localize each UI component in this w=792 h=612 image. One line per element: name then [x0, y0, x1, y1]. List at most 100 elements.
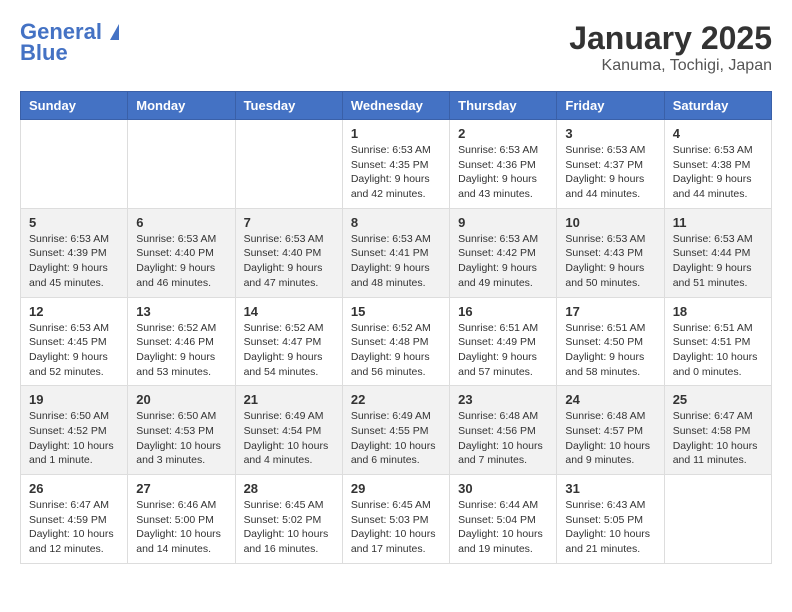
- day-info: Sunrise: 6:44 AM Sunset: 5:04 PM Dayligh…: [458, 498, 548, 557]
- calendar-week-3: 12Sunrise: 6:53 AM Sunset: 4:45 PM Dayli…: [21, 297, 772, 386]
- calendar-week-4: 19 Sunrise: 6:50 AM Sunset: 4:52 PM Dayli…: [21, 386, 772, 475]
- day-number: 24: [565, 392, 655, 407]
- day-number: 28: [244, 481, 334, 496]
- calendar-week-1: 1 Sunrise: 6:53 AM Sunset: 4:35 PM Daylig…: [21, 120, 772, 209]
- day-info: Sunrise: 6:53 AM Sunset: 4:40 PM Dayligh…: [136, 232, 226, 291]
- day-info: Sunrise: 6:47 AM Sunset: 4:59 PM Dayligh…: [29, 498, 119, 557]
- day-info: Sunrise: 6:49 AM Sunset: 4:55 PM Dayligh…: [351, 409, 441, 468]
- calendar-cell: 28 Sunrise: 6:45 AM Sunset: 5:02 PM Dayli…: [235, 475, 342, 564]
- day-number: 27: [136, 481, 226, 496]
- day-number: 21: [244, 392, 334, 407]
- day-info: Sunrise: 6:52 AM Sunset: 4:47 PM Dayligh…: [244, 321, 334, 380]
- calendar-cell: [21, 120, 128, 209]
- header-thursday: Thursday: [450, 92, 557, 120]
- logo-icon: [110, 24, 119, 40]
- day-number: 23: [458, 392, 548, 407]
- calendar-cell: 3 Sunrise: 6:53 AM Sunset: 4:37 PM Daylig…: [557, 120, 664, 209]
- calendar-cell: 16 Sunrise: 6:51 AM Sunset: 4:49 PM Dayli…: [450, 297, 557, 386]
- day-info: Sunrise: 6:53 AM Sunset: 4:40 PM Dayligh…: [244, 232, 334, 291]
- day-number: 14: [244, 304, 334, 319]
- day-info: Sunrise: 6:53 AM Sunset: 4:43 PM Dayligh…: [565, 232, 655, 291]
- day-info: Sunrise: 6:53 AM Sunset: 4:42 PM Dayligh…: [458, 232, 548, 291]
- day-number: 18: [673, 304, 763, 319]
- day-number: 19: [29, 392, 119, 407]
- day-info: Sunrise: 6:53 AM Sunset: 4:44 PM Dayligh…: [673, 232, 763, 291]
- calendar-cell: 7 Sunrise: 6:53 AM Sunset: 4:40 PM Daylig…: [235, 208, 342, 297]
- day-info: Sunrise: 6:45 AM Sunset: 5:03 PM Dayligh…: [351, 498, 441, 557]
- calendar-cell: 6Sunrise: 6:53 AM Sunset: 4:40 PM Daylig…: [128, 208, 235, 297]
- day-number: 12: [29, 304, 119, 319]
- calendar-cell: 24 Sunrise: 6:48 AM Sunset: 4:57 PM Dayli…: [557, 386, 664, 475]
- day-info: Sunrise: 6:48 AM Sunset: 4:56 PM Dayligh…: [458, 409, 548, 468]
- day-info: Sunrise: 6:53 AM Sunset: 4:37 PM Dayligh…: [565, 143, 655, 202]
- title-block: January 2025 Kanuma, Tochigi, Japan: [569, 20, 772, 75]
- calendar-cell: 15 Sunrise: 6:52 AM Sunset: 4:48 PM Dayli…: [342, 297, 449, 386]
- day-number: 31: [565, 481, 655, 496]
- day-number: 3: [565, 126, 655, 141]
- day-info: Sunrise: 6:53 AM Sunset: 4:39 PM Dayligh…: [29, 232, 119, 291]
- calendar-title: January 2025: [569, 20, 772, 57]
- day-info: Sunrise: 6:53 AM Sunset: 4:38 PM Dayligh…: [673, 143, 763, 202]
- calendar-cell: 22 Sunrise: 6:49 AM Sunset: 4:55 PM Dayli…: [342, 386, 449, 475]
- day-info: Sunrise: 6:51 AM Sunset: 4:50 PM Dayligh…: [565, 321, 655, 380]
- calendar-cell: 27Sunrise: 6:46 AM Sunset: 5:00 PM Dayli…: [128, 475, 235, 564]
- day-number: 25: [673, 392, 763, 407]
- day-number: 16: [458, 304, 548, 319]
- day-number: 2: [458, 126, 548, 141]
- day-number: 5: [29, 215, 119, 230]
- day-number: 22: [351, 392, 441, 407]
- calendar-week-5: 26 Sunrise: 6:47 AM Sunset: 4:59 PM Dayli…: [21, 475, 772, 564]
- day-number: 7: [244, 215, 334, 230]
- day-info: Sunrise: 6:45 AM Sunset: 5:02 PM Dayligh…: [244, 498, 334, 557]
- day-number: 10: [565, 215, 655, 230]
- day-info: Sunrise: 6:48 AM Sunset: 4:57 PM Dayligh…: [565, 409, 655, 468]
- day-info: Sunrise: 6:52 AM Sunset: 4:48 PM Dayligh…: [351, 321, 441, 380]
- day-number: 17: [565, 304, 655, 319]
- day-info: Sunrise: 6:51 AM Sunset: 4:49 PM Dayligh…: [458, 321, 548, 380]
- calendar-cell: 19 Sunrise: 6:50 AM Sunset: 4:52 PM Dayli…: [21, 386, 128, 475]
- calendar-cell: 8Sunrise: 6:53 AM Sunset: 4:41 PM Daylig…: [342, 208, 449, 297]
- day-number: 4: [673, 126, 763, 141]
- day-number: 1: [351, 126, 441, 141]
- calendar-table: Sunday Monday Tuesday Wednesday Thursday…: [20, 91, 772, 564]
- header-monday: Monday: [128, 92, 235, 120]
- calendar-cell: 25Sunrise: 6:47 AM Sunset: 4:58 PM Dayli…: [664, 386, 771, 475]
- calendar-cell: 11Sunrise: 6:53 AM Sunset: 4:44 PM Dayli…: [664, 208, 771, 297]
- calendar-cell: 29Sunrise: 6:45 AM Sunset: 5:03 PM Dayli…: [342, 475, 449, 564]
- day-info: Sunrise: 6:51 AM Sunset: 4:51 PM Dayligh…: [673, 321, 763, 380]
- calendar-cell: [664, 475, 771, 564]
- calendar-cell: [128, 120, 235, 209]
- calendar-cell: 26 Sunrise: 6:47 AM Sunset: 4:59 PM Dayli…: [21, 475, 128, 564]
- header-sunday: Sunday: [21, 92, 128, 120]
- day-number: 15: [351, 304, 441, 319]
- calendar-cell: 17 Sunrise: 6:51 AM Sunset: 4:50 PM Dayli…: [557, 297, 664, 386]
- calendar-cell: [235, 120, 342, 209]
- calendar-cell: 4 Sunrise: 6:53 AM Sunset: 4:38 PM Daylig…: [664, 120, 771, 209]
- day-info: Sunrise: 6:52 AM Sunset: 4:46 PM Dayligh…: [136, 321, 226, 380]
- day-info: Sunrise: 6:43 AM Sunset: 5:05 PM Dayligh…: [565, 498, 655, 557]
- calendar-cell: 21 Sunrise: 6:49 AM Sunset: 4:54 PM Dayli…: [235, 386, 342, 475]
- calendar-week-2: 5 Sunrise: 6:53 AM Sunset: 4:39 PM Daylig…: [21, 208, 772, 297]
- header-tuesday: Tuesday: [235, 92, 342, 120]
- calendar-cell: 31 Sunrise: 6:43 AM Sunset: 5:05 PM Dayli…: [557, 475, 664, 564]
- day-number: 26: [29, 481, 119, 496]
- calendar-cell: 23 Sunrise: 6:48 AM Sunset: 4:56 PM Dayli…: [450, 386, 557, 475]
- calendar-cell: 1 Sunrise: 6:53 AM Sunset: 4:35 PM Daylig…: [342, 120, 449, 209]
- day-info: Sunrise: 6:49 AM Sunset: 4:54 PM Dayligh…: [244, 409, 334, 468]
- logo-blue: Blue: [20, 40, 119, 66]
- calendar-cell: 30Sunrise: 6:44 AM Sunset: 5:04 PM Dayli…: [450, 475, 557, 564]
- calendar-cell: 12Sunrise: 6:53 AM Sunset: 4:45 PM Dayli…: [21, 297, 128, 386]
- logo: General Blue: [20, 20, 119, 66]
- calendar-subtitle: Kanuma, Tochigi, Japan: [569, 57, 772, 75]
- header-wednesday: Wednesday: [342, 92, 449, 120]
- day-info: Sunrise: 6:53 AM Sunset: 4:35 PM Dayligh…: [351, 143, 441, 202]
- day-info: Sunrise: 6:53 AM Sunset: 4:36 PM Dayligh…: [458, 143, 548, 202]
- calendar-cell: 14 Sunrise: 6:52 AM Sunset: 4:47 PM Dayli…: [235, 297, 342, 386]
- day-info: Sunrise: 6:50 AM Sunset: 4:53 PM Dayligh…: [136, 409, 226, 468]
- day-info: Sunrise: 6:50 AM Sunset: 4:52 PM Dayligh…: [29, 409, 119, 468]
- day-number: 20: [136, 392, 226, 407]
- header-saturday: Saturday: [664, 92, 771, 120]
- calendar-cell: 18 Sunrise: 6:51 AM Sunset: 4:51 PM Dayli…: [664, 297, 771, 386]
- calendar-cell: 13Sunrise: 6:52 AM Sunset: 4:46 PM Dayli…: [128, 297, 235, 386]
- day-number: 9: [458, 215, 548, 230]
